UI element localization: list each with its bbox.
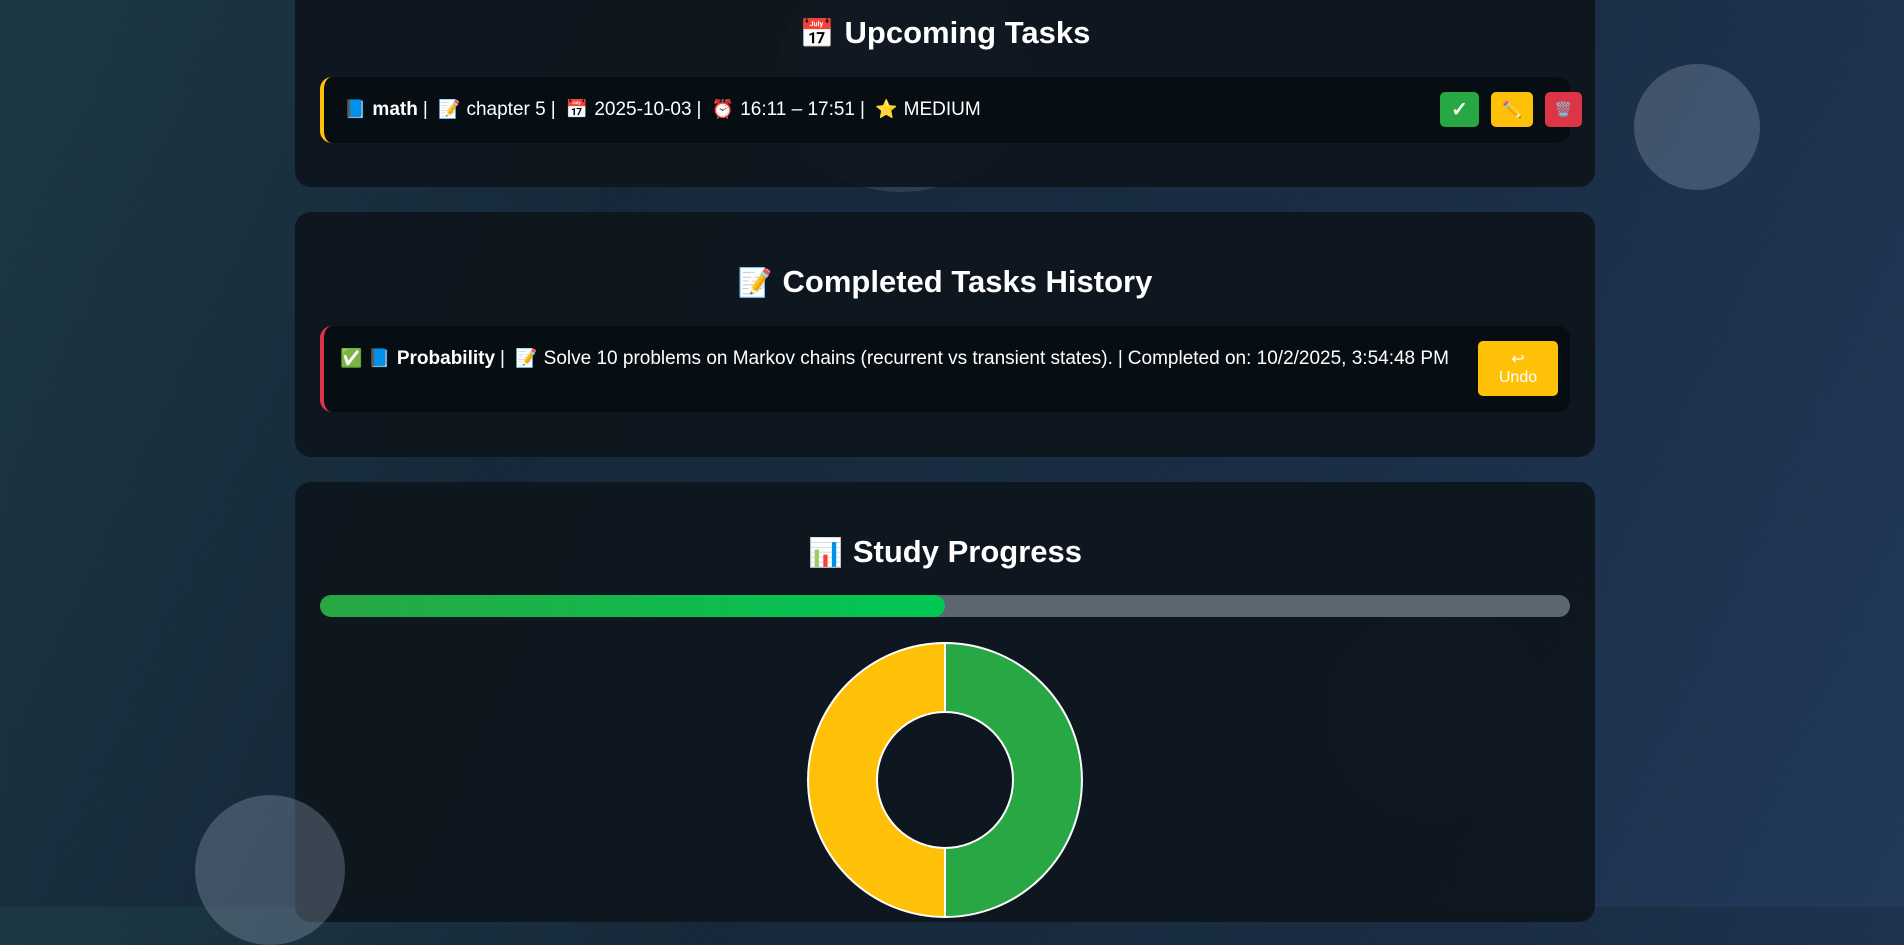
completed-task-details: ✅ 📘 Probability | 📝 Solve 10 problems on Mar… bbox=[340, 348, 1449, 369]
memo-icon: 📝 bbox=[515, 348, 538, 368]
completed-timestamp: Completed on: 10/2/2025, 3:54:48 PM bbox=[1127, 348, 1449, 369]
complete-task-button[interactable]: ✓ bbox=[1440, 92, 1479, 127]
task-time: 16:11 – 17:51 bbox=[740, 99, 855, 120]
upcoming-tasks-card: 📅 Upcoming Tasks 📘 math | 📝 chapter 5 | 📅 2025… bbox=[295, 0, 1595, 187]
bar-chart-icon: 📊 bbox=[808, 537, 843, 568]
task-subject: Probability bbox=[396, 348, 496, 369]
completed-task-row: ✅ 📘 Probability | 📝 Solve 10 problems on Mar… bbox=[320, 326, 1570, 412]
background-bubble bbox=[1634, 64, 1760, 190]
task-topic: Solve 10 problems on Markov chains (recu… bbox=[543, 348, 1113, 369]
task-topic: chapter 5 bbox=[466, 99, 546, 120]
calendar-icon: 📅 bbox=[565, 99, 589, 119]
check-icon: ✓ bbox=[1451, 99, 1468, 121]
upcoming-tasks-title: 📅 Upcoming Tasks bbox=[799, 15, 1091, 50]
completed-tasks-card: 📝 Completed Tasks History ✅ 📘 Probability | … bbox=[295, 212, 1595, 457]
progress-donut-chart bbox=[807, 641, 1083, 919]
progress-bar bbox=[320, 595, 1570, 617]
alarm-clock-icon: ⏰ bbox=[711, 99, 735, 119]
background-bubble bbox=[195, 795, 345, 945]
undo-label: Undo bbox=[1498, 368, 1538, 386]
upcoming-task-row: 📘 math | 📝 chapter 5 | 📅 2025-10-03 | ⏰ 16:11 –… bbox=[320, 77, 1582, 143]
donut-slice bbox=[944, 641, 1083, 919]
task-subject: math bbox=[372, 99, 418, 120]
task-details: 📘 math | 📝 chapter 5 | 📅 2025-10-03 | ⏰ 16:11 –… bbox=[344, 99, 981, 120]
study-progress-card: 📊 Study Progress bbox=[295, 482, 1595, 922]
memo-icon: 📝 bbox=[438, 99, 461, 119]
check-mark-icon: ✅ bbox=[340, 348, 363, 368]
calendar-icon: 📅 bbox=[799, 18, 835, 49]
book-icon: 📘 bbox=[344, 99, 367, 119]
task-priority: MEDIUM bbox=[903, 99, 981, 120]
pencil-icon: ✏️ bbox=[1502, 101, 1522, 119]
task-date: 2025-10-03 bbox=[594, 99, 692, 120]
progress-bar-fill bbox=[320, 595, 945, 617]
donut-slice bbox=[807, 641, 946, 919]
study-progress-title: 📊 Study Progress bbox=[808, 534, 1082, 569]
book-icon: 📘 bbox=[368, 348, 391, 368]
memo-icon: 📝 bbox=[737, 267, 773, 298]
donut-chart-svg bbox=[807, 641, 1083, 919]
undo-button[interactable]: ↩ Undo bbox=[1478, 341, 1558, 396]
star-icon: ⭐ bbox=[875, 99, 898, 119]
edit-task-button[interactable]: ✏️ bbox=[1491, 92, 1533, 127]
completed-tasks-title: 📝 Completed Tasks History bbox=[737, 264, 1153, 299]
trash-icon: 🗑️ bbox=[1554, 101, 1573, 117]
undo-arrow-icon: ↩ bbox=[1511, 350, 1525, 368]
delete-task-button[interactable]: 🗑️ bbox=[1545, 92, 1582, 127]
